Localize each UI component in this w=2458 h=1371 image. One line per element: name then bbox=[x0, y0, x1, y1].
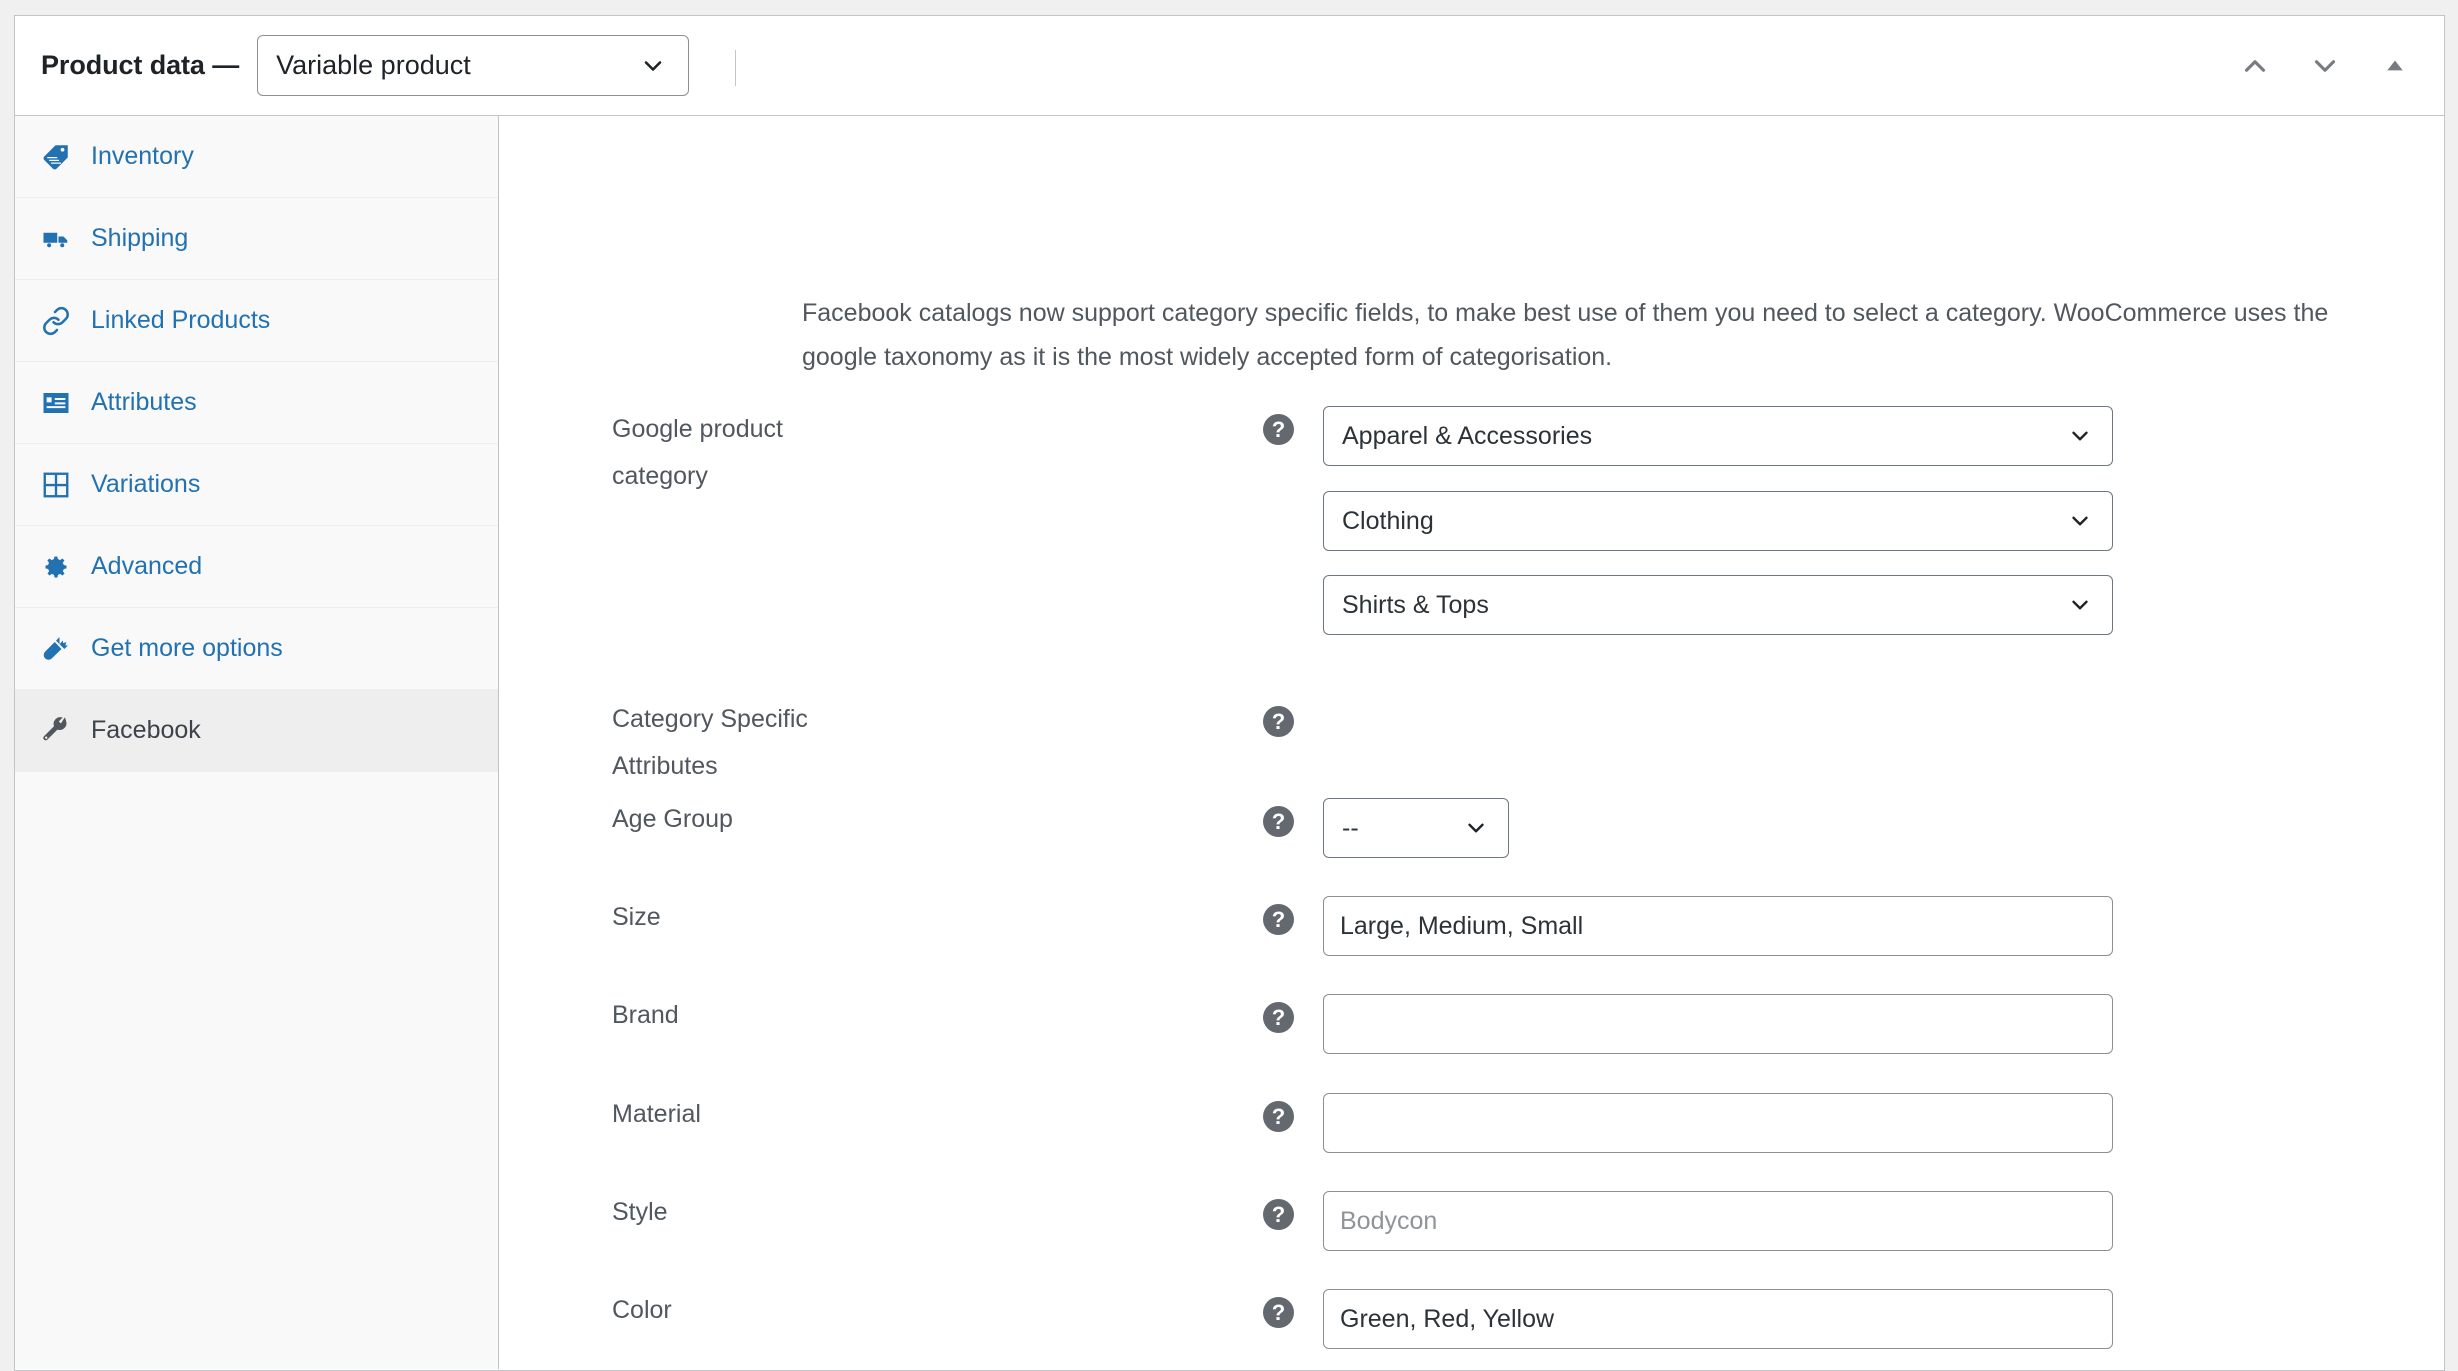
google-category-level-3-select[interactable]: Shirts & Tops bbox=[1323, 575, 2113, 635]
grid-icon bbox=[39, 470, 73, 500]
panel-body: Inventory Shipping Linked Products Attri… bbox=[15, 116, 2444, 1369]
chevron-up-icon bbox=[2238, 49, 2272, 83]
material-help-icon[interactable]: ? bbox=[1263, 1101, 1294, 1132]
sidebar-item-shipping[interactable]: Shipping bbox=[15, 198, 498, 280]
sidebar-item-label: Linked Products bbox=[91, 306, 271, 334]
sidebar-item-linked-products[interactable]: Linked Products bbox=[15, 280, 498, 362]
size-input[interactable] bbox=[1323, 896, 2113, 956]
link-icon bbox=[39, 306, 73, 336]
material-input[interactable] bbox=[1323, 1093, 2113, 1153]
style-help-icon[interactable]: ? bbox=[1263, 1199, 1294, 1230]
size-label: Size bbox=[612, 903, 661, 931]
style-label: Style bbox=[612, 1198, 668, 1226]
brand-label: Brand bbox=[612, 1001, 679, 1029]
tag-icon bbox=[39, 142, 73, 172]
size-help-icon[interactable]: ? bbox=[1263, 904, 1294, 935]
plugin-icon bbox=[39, 634, 73, 664]
sidebar-item-label: Advanced bbox=[91, 552, 203, 580]
product-data-panel: Product data — Variable product Inventor… bbox=[14, 15, 2445, 1371]
sidebar-item-advanced[interactable]: Advanced bbox=[15, 526, 498, 608]
google-category-level-2-select[interactable]: Clothing bbox=[1323, 491, 2113, 551]
brand-help-icon[interactable]: ? bbox=[1263, 1002, 1294, 1033]
google-category-level-1-wrap: Apparel & Accessories bbox=[1323, 406, 2113, 466]
color-help-icon[interactable]: ? bbox=[1263, 1297, 1294, 1328]
header-divider bbox=[735, 50, 736, 86]
material-label: Material bbox=[612, 1100, 701, 1128]
truck-icon bbox=[39, 224, 73, 254]
sidebar-item-get-more-options[interactable]: Get more options bbox=[15, 608, 498, 690]
product-type-select-wrap: Variable product bbox=[257, 35, 690, 96]
sidebar-item-inventory[interactable]: Inventory bbox=[15, 116, 498, 198]
panel-header: Product data — Variable product bbox=[15, 16, 2444, 116]
google-category-level-3-wrap: Shirts & Tops bbox=[1323, 575, 2113, 635]
sidebar-item-label: Inventory bbox=[91, 142, 194, 170]
sidebar-item-label: Facebook bbox=[91, 716, 201, 744]
chevron-down-icon bbox=[2308, 49, 2342, 83]
google-category-help-icon[interactable]: ? bbox=[1263, 414, 1294, 445]
google-category-level-1-select[interactable]: Apparel & Accessories bbox=[1323, 406, 2113, 466]
facebook-intro-text: Facebook catalogs now support category s… bbox=[802, 299, 2329, 371]
style-input[interactable] bbox=[1323, 1191, 2113, 1251]
sidebar-item-label: Shipping bbox=[91, 224, 189, 252]
panel-header-actions bbox=[2228, 16, 2422, 116]
sidebar-item-label: Get more options bbox=[91, 634, 283, 662]
wrench-icon bbox=[39, 716, 73, 745]
facebook-settings-content: Facebook catalogs now support category s… bbox=[499, 116, 2444, 1369]
brand-input[interactable] bbox=[1323, 994, 2113, 1054]
age-group-select-wrap: -- bbox=[1323, 798, 1509, 858]
color-label: Color bbox=[612, 1296, 672, 1324]
category-specific-attributes-help-icon[interactable]: ? bbox=[1263, 706, 1294, 737]
sidebar-item-variations[interactable]: Variations bbox=[15, 444, 498, 526]
category-specific-attributes-label: Category Specific Attributes bbox=[612, 705, 808, 780]
age-group-select[interactable]: -- bbox=[1323, 798, 1509, 858]
sidebar-item-attributes[interactable]: Attributes bbox=[15, 362, 498, 444]
product-type-select[interactable]: Variable product bbox=[257, 35, 690, 96]
toggle-panel-button[interactable] bbox=[2368, 39, 2422, 93]
sidebar-item-facebook[interactable]: Facebook bbox=[15, 690, 498, 772]
panel-sidebar: Inventory Shipping Linked Products Attri… bbox=[15, 116, 499, 1369]
triangle-up-icon bbox=[2384, 55, 2406, 77]
age-group-label: Age Group bbox=[612, 805, 733, 833]
page-title: Product data — bbox=[41, 50, 240, 80]
age-group-help-icon[interactable]: ? bbox=[1263, 806, 1294, 837]
list-view-icon bbox=[39, 388, 73, 418]
google-category-label: Google product category bbox=[612, 415, 783, 490]
move-up-button[interactable] bbox=[2228, 39, 2282, 93]
gear-icon bbox=[39, 553, 73, 581]
sidebar-item-label: Variations bbox=[91, 470, 201, 498]
color-input[interactable] bbox=[1323, 1289, 2113, 1349]
sidebar-item-label: Attributes bbox=[91, 388, 197, 416]
google-category-level-2-wrap: Clothing bbox=[1323, 491, 2113, 551]
move-down-button[interactable] bbox=[2298, 39, 2352, 93]
